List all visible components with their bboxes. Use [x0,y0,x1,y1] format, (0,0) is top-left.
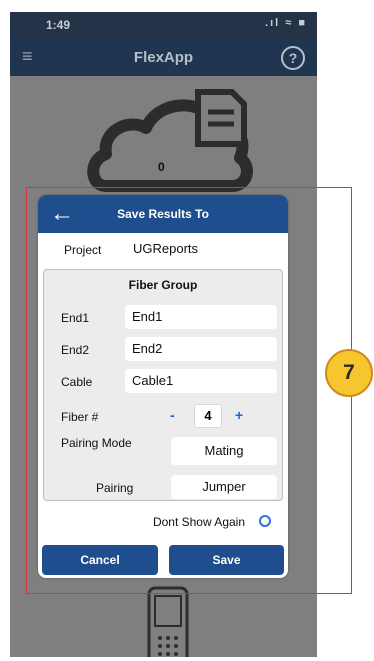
project-field[interactable]: UGReports [126,237,280,263]
fiber-number-label: Fiber # [61,410,99,424]
top-nav-bar: ≡ FlexApp ? [10,40,317,76]
end1-label: End1 [61,311,90,325]
status-icons: .ıl ≈ ■ [265,17,307,29]
status-bar: 1:49 .ıl ≈ ■ [10,12,317,40]
project-label: Project [64,243,102,257]
pairing-select[interactable]: Jumper [171,475,277,499]
cancel-button[interactable]: Cancel [42,545,158,575]
pairing-mode-select[interactable]: Mating [171,437,277,465]
save-results-dialog: ← Save Results To Project UGReports Fibe… [38,195,288,578]
end2-field[interactable]: End2 [125,337,277,361]
end2-label: End2 [61,343,90,357]
dont-show-again-label: Dont Show Again [152,515,245,529]
pairing-mode-label: Pairing Mode [61,436,132,450]
fiber-group-panel: Fiber Group End1 End1 End2 End2 Cable Ca… [43,269,283,501]
pairing-label: Pairing [96,481,134,495]
step-number-badge: 7 [325,349,373,397]
cable-label: Cable [61,375,93,389]
test-device-icon [147,586,189,657]
save-button[interactable]: Save [169,545,284,575]
cable-field[interactable]: Cable1 [125,369,277,393]
dont-show-again-radio[interactable] [259,515,271,527]
fiber-decrement-button[interactable]: - [170,407,175,423]
fiber-number-value[interactable]: 4 [194,404,222,428]
dialog-header: ← Save Results To [38,195,288,233]
app-title: FlexApp [133,49,194,66]
help-icon[interactable]: ? [281,46,305,70]
dialog-title: Save Results To [117,207,209,221]
fiber-group-title: Fiber Group [128,278,198,292]
status-time: 1:49 [46,18,71,32]
fiber-increment-button[interactable]: + [235,407,243,423]
result-count: 0 [158,160,165,174]
end1-field[interactable]: End1 [125,305,277,329]
